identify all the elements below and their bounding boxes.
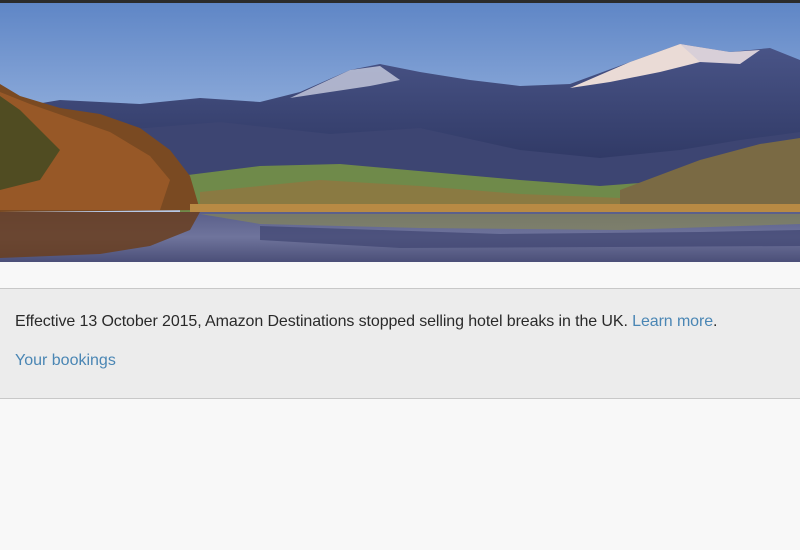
notice-message: Effective 13 October 2015, Amazon Destin… <box>15 313 628 330</box>
notice-trailing-period: . <box>713 313 718 330</box>
learn-more-link[interactable]: Learn more <box>632 313 713 330</box>
notice-message-line: Effective 13 October 2015, Amazon Destin… <box>15 313 717 331</box>
hero-banner-image <box>0 0 800 262</box>
your-bookings-link[interactable]: Your bookings <box>15 352 116 370</box>
page: Effective 13 October 2015, Amazon Destin… <box>0 0 800 550</box>
notice-panel: Effective 13 October 2015, Amazon Destin… <box>0 288 800 399</box>
